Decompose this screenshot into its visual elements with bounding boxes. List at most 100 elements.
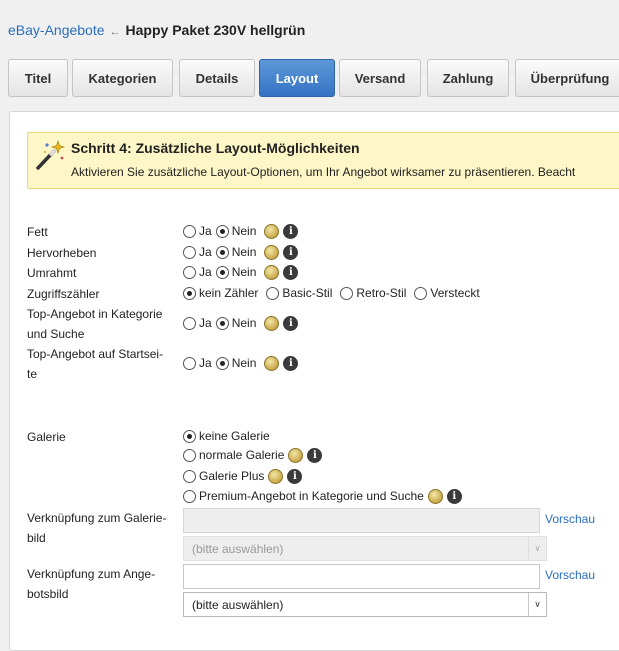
top-kategorie-nein-option[interactable]: Nein bbox=[215, 316, 257, 330]
zaehler-retro-label: Retro-Stil bbox=[356, 286, 407, 300]
galerie-premium-radio[interactable] bbox=[183, 489, 196, 503]
fee-coin-icon[interactable] bbox=[264, 355, 280, 371]
zaehler-basic-radio[interactable] bbox=[266, 286, 280, 300]
tab-titel[interactable]: Titel bbox=[8, 59, 68, 97]
info-icon[interactable]: i bbox=[283, 223, 299, 239]
galerie-link-label-line1: Verknüpfung zum Galerie- bbox=[27, 511, 167, 525]
top-startseite-options: Ja Nein i bbox=[183, 353, 299, 373]
tab-ueberpruefung[interactable]: Überprüfung bbox=[515, 59, 619, 97]
umrahmt-label: Umrahmt bbox=[27, 266, 77, 280]
zaehler-versteckt-option[interactable]: Versteckt bbox=[414, 286, 480, 300]
zaehler-kein-option[interactable]: kein Zähler bbox=[183, 286, 258, 300]
galerie-option-keine[interactable]: keine Galerie bbox=[183, 426, 270, 446]
galerie-keine-label: keine Galerie bbox=[199, 429, 270, 443]
galerie-link-input bbox=[183, 508, 540, 533]
top-startseite-label: Top-Angebot auf Startsei- te bbox=[27, 344, 163, 384]
tab-layout[interactable]: Layout bbox=[259, 59, 335, 97]
galerie-link-select-value: (bitte auswählen) bbox=[192, 541, 284, 556]
tab-details[interactable]: Details bbox=[179, 59, 255, 97]
fee-coin-icon[interactable] bbox=[288, 447, 304, 463]
hervorheben-nein-radio[interactable] bbox=[215, 245, 229, 259]
info-box: Schritt 4: Zusätzliche Layout-Möglichkei… bbox=[27, 132, 619, 189]
tab-zahlung[interactable]: Zahlung bbox=[427, 59, 509, 97]
hervorheben-nein-option[interactable]: Nein bbox=[215, 245, 257, 259]
top-kategorie-ja-label: Ja bbox=[199, 316, 212, 330]
top-startseite-nein-radio[interactable] bbox=[215, 356, 229, 370]
fee-coin-icon[interactable] bbox=[264, 315, 280, 331]
fee-coin-icon[interactable] bbox=[264, 264, 280, 280]
angebot-link-input[interactable] bbox=[183, 564, 540, 589]
zaehler-retro-radio[interactable] bbox=[340, 286, 354, 300]
top-kategorie-nein-label: Nein bbox=[231, 316, 257, 330]
fett-nein-radio[interactable] bbox=[215, 224, 229, 238]
angebot-link-preview[interactable]: Vorschau bbox=[545, 568, 595, 582]
galerie-option-plus[interactable]: Galerie Plus i bbox=[183, 466, 303, 486]
breadcrumb: eBay-Angebote ← Happy Paket 230V hellgrün bbox=[8, 22, 305, 38]
galerie-link-preview[interactable]: Vorschau bbox=[545, 512, 595, 526]
fee-coin-icon[interactable] bbox=[264, 244, 280, 260]
angebot-link-label: Verknüpfung zum Ange- botsbild bbox=[27, 564, 155, 604]
back-arrow-icon: ← bbox=[109, 26, 121, 38]
galerie-plus-label: Galerie Plus bbox=[199, 469, 265, 483]
fett-ja-label: Ja bbox=[199, 224, 212, 238]
top-startseite-ja-radio[interactable] bbox=[183, 356, 196, 370]
top-kategorie-ja-option[interactable]: Ja bbox=[183, 316, 212, 330]
umrahmt-nein-label: Nein bbox=[231, 265, 257, 279]
top-startseite-nein-label: Nein bbox=[231, 356, 257, 370]
galerie-premium-label: Premium-Angebot in Kategorie und Suche bbox=[199, 489, 424, 503]
galerie-keine-radio[interactable] bbox=[183, 429, 196, 443]
umrahmt-nein-option[interactable]: Nein bbox=[215, 265, 257, 279]
fett-ja-option[interactable]: Ja bbox=[183, 224, 212, 238]
top-kategorie-label-line2: und Suche bbox=[27, 327, 85, 341]
zaehler-kein-radio[interactable] bbox=[183, 286, 196, 300]
info-icon[interactable]: i bbox=[283, 244, 299, 260]
fee-coin-icon[interactable] bbox=[264, 223, 280, 239]
layout-panel: Schritt 4: Zusätzliche Layout-Möglichkei… bbox=[9, 111, 619, 651]
top-kategorie-ja-radio[interactable] bbox=[183, 316, 196, 330]
info-title: Schritt 4: Zusätzliche Layout-Möglichkei… bbox=[71, 140, 360, 156]
galerie-option-premium[interactable]: Premium-Angebot in Kategorie und Suche i bbox=[183, 486, 462, 506]
zaehler-basic-option[interactable]: Basic-Stil bbox=[266, 286, 332, 300]
fett-ja-radio[interactable] bbox=[183, 224, 196, 238]
hervorheben-ja-radio[interactable] bbox=[183, 245, 196, 259]
zaehler-kein-label: kein Zähler bbox=[199, 286, 259, 300]
info-icon[interactable]: i bbox=[283, 264, 299, 280]
top-kategorie-nein-radio[interactable] bbox=[215, 316, 229, 330]
angebot-link-select[interactable]: (bitte auswählen) ∨ bbox=[183, 592, 547, 617]
fett-label: Fett bbox=[27, 225, 48, 239]
hervorheben-ja-option[interactable]: Ja bbox=[183, 245, 212, 259]
zaehler-retro-option[interactable]: Retro-Stil bbox=[340, 286, 406, 300]
top-startseite-ja-option[interactable]: Ja bbox=[183, 356, 212, 370]
top-startseite-nein-option[interactable]: Nein bbox=[215, 356, 257, 370]
top-startseite-label-line2: te bbox=[27, 367, 38, 381]
galerie-option-normal[interactable]: normale Galerie i bbox=[183, 445, 323, 465]
breadcrumb-link-ebay-angebote[interactable]: eBay-Angebote bbox=[8, 22, 105, 38]
galerie-plus-radio[interactable] bbox=[183, 469, 196, 483]
angebot-link-label-line2: botsbild bbox=[27, 587, 69, 601]
galerie-normal-radio[interactable] bbox=[183, 448, 196, 462]
info-icon[interactable]: i bbox=[446, 488, 462, 504]
zaehler-basic-label: Basic-Stil bbox=[282, 286, 333, 300]
tab-versand[interactable]: Versand bbox=[339, 59, 421, 97]
hervorheben-label: Hervorheben bbox=[27, 246, 97, 260]
umrahmt-nein-radio[interactable] bbox=[215, 265, 229, 279]
chevron-down-icon: ∨ bbox=[528, 537, 546, 560]
fett-nein-option[interactable]: Nein bbox=[215, 224, 256, 238]
umrahmt-ja-option[interactable]: Ja bbox=[183, 265, 212, 279]
info-icon[interactable]: i bbox=[283, 315, 299, 331]
fee-coin-icon[interactable] bbox=[268, 468, 284, 484]
top-startseite-label-line1: Top-Angebot auf Startsei- bbox=[27, 347, 164, 361]
umrahmt-ja-radio[interactable] bbox=[183, 265, 196, 279]
angebot-link-select-value: (bitte auswählen) bbox=[192, 597, 284, 612]
info-icon[interactable]: i bbox=[283, 355, 299, 371]
zaehler-versteckt-label: Versteckt bbox=[430, 286, 480, 300]
top-startseite-ja-label: Ja bbox=[199, 356, 212, 370]
info-icon[interactable]: i bbox=[307, 447, 323, 463]
fee-coin-icon[interactable] bbox=[427, 488, 443, 504]
tab-kategorien[interactable]: Kategorien bbox=[72, 59, 173, 97]
zaehler-versteckt-radio[interactable] bbox=[414, 286, 428, 300]
chevron-down-icon[interactable]: ∨ bbox=[528, 593, 546, 616]
info-icon[interactable]: i bbox=[287, 468, 303, 484]
top-kategorie-label: Top-Angebot in Kategorie und Suche bbox=[27, 304, 162, 344]
hervorheben-nein-label: Nein bbox=[231, 245, 257, 259]
